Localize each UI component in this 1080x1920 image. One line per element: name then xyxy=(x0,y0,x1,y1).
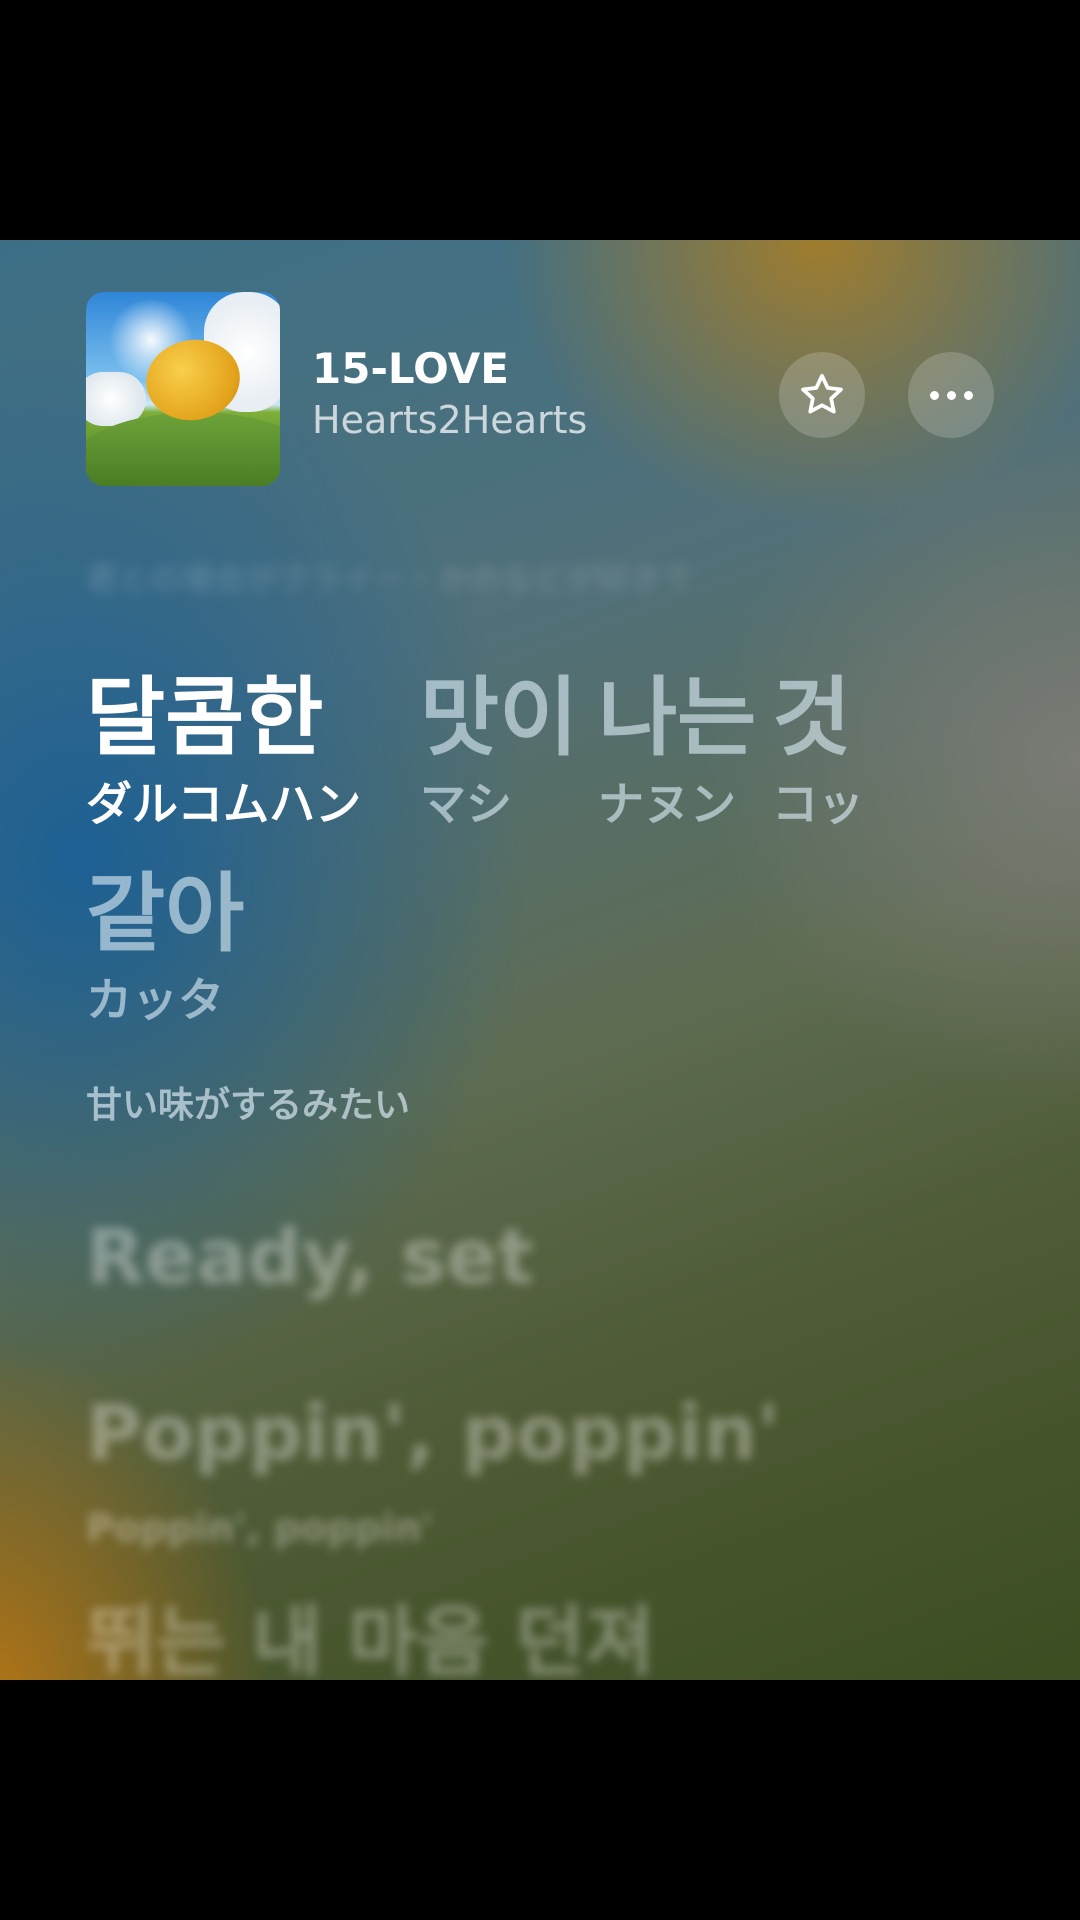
lyric-word: 나는 ナヌン xyxy=(598,668,756,832)
more-options-button[interactable] xyxy=(908,352,994,438)
upcoming-lyric-reading: Poppin', poppin' xyxy=(86,1506,434,1550)
album-art[interactable] xyxy=(86,292,280,486)
lyric-word-reading: マシ xyxy=(420,777,512,831)
lyric-translation: 甘い味がするみたい xyxy=(86,1085,411,1126)
upcoming-lyric-line[interactable]: Poppin', poppin' xyxy=(86,1388,780,1477)
lyric-word-korean: 것 xyxy=(772,668,852,768)
lyric-row: 같아 カッタ xyxy=(86,864,1006,1060)
favorite-button[interactable] xyxy=(779,352,865,438)
track-title[interactable]: 15-LOVE xyxy=(312,344,509,393)
lyric-word: 달콤한 ダルコムハン xyxy=(86,668,361,832)
lyric-word-korean: 맛이 xyxy=(420,668,579,768)
upcoming-lyric-line[interactable]: 뛰는 내 마음 던져 xyxy=(86,1580,655,1680)
lyric-word: 같아 カッタ xyxy=(86,864,244,1028)
lyric-word-reading: ナヌン xyxy=(598,777,736,831)
lyric-word-korean: 같아 xyxy=(86,864,245,964)
lyric-word-reading: カッタ xyxy=(86,973,224,1027)
upcoming-lyric-line[interactable]: Ready, set xyxy=(86,1212,534,1301)
star-outline-icon xyxy=(801,373,843,414)
lyric-word: 맛이 マシ xyxy=(420,668,578,832)
lyric-word-reading: コッ xyxy=(772,777,864,831)
current-lyric[interactable]: 달콤한 ダルコムハン 맛이 マシ 나는 ナヌン 것 コッ 같아 カッタ xyxy=(86,668,1006,1060)
lyric-row: 달콤한 ダルコムハン 맛이 マシ 나는 ナヌン 것 コッ xyxy=(86,668,1006,864)
lyrics-screen: 15-LOVE Hearts2Hearts 君との場合がクライー・かのなどが好き… xyxy=(0,240,1080,1680)
track-artist[interactable]: Hearts2Hearts xyxy=(312,398,587,442)
lyric-word-korean: 달콤한 xyxy=(86,668,324,768)
ellipsis-icon xyxy=(929,390,973,400)
lyric-word-reading: ダルコムハン xyxy=(86,777,362,831)
lyric-word-korean: 나는 xyxy=(598,668,757,768)
lyric-word: 것 コッ xyxy=(772,668,864,832)
previous-lyric-line[interactable]: 君との場合がクライー・かのなどが好きで xyxy=(86,554,694,600)
